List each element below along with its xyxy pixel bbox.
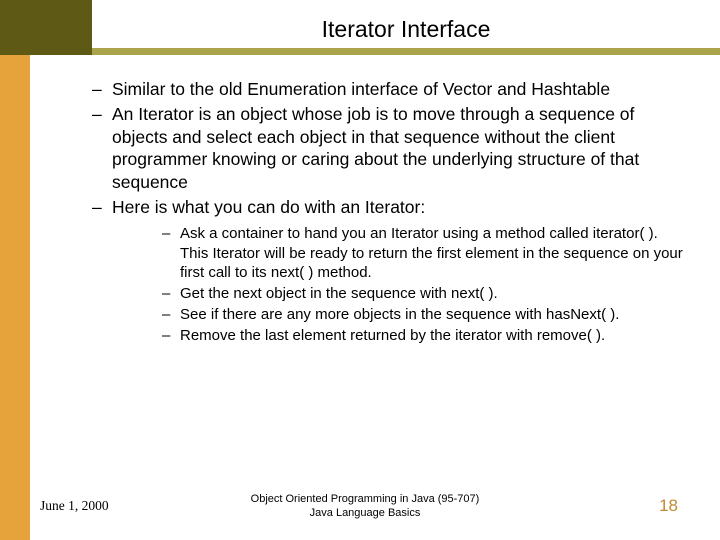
slide-title: Iterator Interface <box>92 16 720 43</box>
bullet-text: An Iterator is an object whose job is to… <box>112 103 686 193</box>
slide-footer: June 1, 2000 Object Oriented Programming… <box>40 492 690 524</box>
bullet-level2: –Remove the last element returned by the… <box>162 326 690 345</box>
decorative-corner-block <box>0 0 92 55</box>
footer-course: Object Oriented Programming in Java (95-… <box>251 493 480 505</box>
bullet-text: See if there are any more objects in the… <box>180 305 686 324</box>
decorative-left-sidebar <box>0 55 30 540</box>
bullet-text: Here is what you can do with an Iterator… <box>112 196 686 218</box>
footer-center: Object Oriented Programming in Java (95-… <box>40 492 690 521</box>
sub-bullets: –Ask a container to hand you an Iterator… <box>162 224 690 345</box>
slide-content: –Similar to the old Enumeration interfac… <box>92 78 690 347</box>
bullet-text: Similar to the old Enumeration interface… <box>112 78 686 100</box>
bullet-level2: –See if there are any more objects in th… <box>162 305 690 324</box>
footer-page-number: 18 <box>659 496 678 516</box>
footer-subtitle: Java Language Basics <box>310 507 421 519</box>
decorative-top-band <box>92 48 720 55</box>
bullet-text: Get the next object in the sequence with… <box>180 284 686 303</box>
bullet-text: Remove the last element returned by the … <box>180 326 686 345</box>
bullet-level2: –Get the next object in the sequence wit… <box>162 284 690 303</box>
bullet-text: Ask a container to hand you an Iterator … <box>180 224 686 282</box>
bullet-level2: –Ask a container to hand you an Iterator… <box>162 224 690 282</box>
bullet-level1: –Here is what you can do with an Iterato… <box>92 196 690 218</box>
bullet-level1: –An Iterator is an object whose job is t… <box>92 103 690 193</box>
bullet-level1: –Similar to the old Enumeration interfac… <box>92 78 690 100</box>
